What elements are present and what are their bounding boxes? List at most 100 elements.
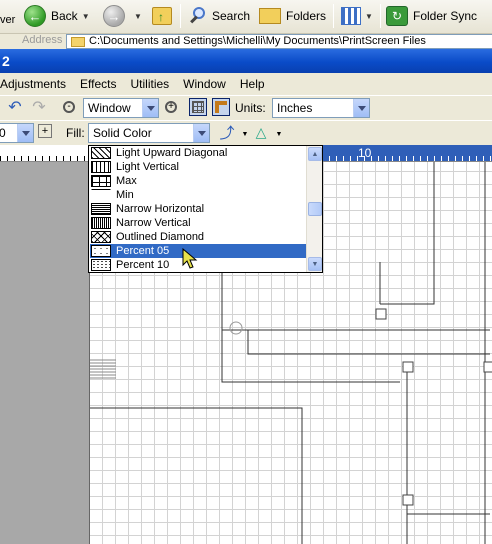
flask-dropdown-icon[interactable]: ▼ xyxy=(270,125,288,143)
list-item[interactable]: Narrow Horizontal xyxy=(90,202,306,216)
percent-05-pattern-icon xyxy=(91,245,111,257)
chevron-down-icon[interactable] xyxy=(142,99,158,117)
handle[interactable] xyxy=(402,361,414,373)
zoom-value: Window xyxy=(88,101,131,115)
units-label: Units: xyxy=(235,101,266,115)
zoom-toolbar: ↶ ↷ - Window + Units: Inches xyxy=(0,95,492,120)
list-item-label: Percent 10 xyxy=(116,259,170,271)
search-label: Search xyxy=(212,9,251,23)
menu-help[interactable]: Help xyxy=(240,77,265,91)
list-item-label: Narrow Vertical xyxy=(116,217,191,229)
narrow-vertical-pattern-icon xyxy=(91,217,111,229)
list-item[interactable]: Max xyxy=(90,174,306,188)
percent-10-pattern-icon xyxy=(91,259,111,271)
list-item[interactable]: Percent 10 xyxy=(90,258,306,272)
undo-icon[interactable]: ↶ xyxy=(6,98,24,116)
search-button[interactable]: Search xyxy=(188,3,250,29)
folder-sync-button[interactable]: ↻ Folder Sync xyxy=(386,3,477,29)
list-item-selected[interactable]: Percent 05 xyxy=(90,244,306,258)
views-dropdown-icon[interactable]: ▼ xyxy=(365,12,373,21)
menu-bar: Adjustments Effects Utilities Window Hel… xyxy=(0,73,492,95)
menu-window[interactable]: Window xyxy=(183,77,226,91)
menu-effects[interactable]: Effects xyxy=(80,77,116,91)
narrow-horizontal-pattern-icon xyxy=(91,203,111,215)
up-folder-button[interactable]: ↑ xyxy=(152,3,172,29)
list-item-label: Percent 05 xyxy=(116,245,170,257)
line-style-icon[interactable]: ⤴ xyxy=(218,123,236,142)
list-item[interactable]: Light Upward Diagonal xyxy=(90,146,306,160)
fill-toolbar: 0 + Fill: Solid Color ⤴ ▼ △ ▼ xyxy=(0,120,492,145)
clipped-window-label: ver xyxy=(0,14,16,26)
chevron-down-icon[interactable] xyxy=(17,124,33,142)
address-input[interactable]: C:\Documents and Settings\Michelli\My Do… xyxy=(66,34,492,49)
scroll-down-icon[interactable]: ▼ xyxy=(308,257,322,271)
list-item[interactable]: Min xyxy=(90,188,306,202)
list-item-label: Outlined Diamond xyxy=(116,231,205,243)
back-button[interactable]: ← Back ▼ xyxy=(24,3,90,29)
max-pattern-icon xyxy=(91,175,111,187)
fill-select[interactable]: Solid Color xyxy=(88,123,210,143)
views-button[interactable]: ▼ xyxy=(341,3,373,29)
back-dropdown-icon[interactable]: ▼ xyxy=(82,12,90,21)
list-item[interactable]: Outlined Diamond xyxy=(90,230,306,244)
list-item-label: Light Upward Diagonal xyxy=(116,147,228,159)
outlined-diamond-pattern-icon xyxy=(91,231,111,243)
light-vertical-pattern-icon xyxy=(91,161,111,173)
toolbar-separator xyxy=(180,4,181,28)
light-upward-diagonal-pattern-icon xyxy=(91,147,111,159)
ruler-ticks xyxy=(0,145,90,161)
list-item-label: Light Vertical xyxy=(116,161,179,173)
forward-dropdown-icon[interactable]: ▼ xyxy=(134,12,142,21)
app-title: 2 xyxy=(2,53,10,69)
address-value: C:\Documents and Settings\Michelli\My Do… xyxy=(89,35,426,47)
fill-pattern-list[interactable]: Light Upward Diagonal Light Vertical Max… xyxy=(88,145,323,273)
back-arrow-icon: ← xyxy=(24,5,46,27)
scroll-thumb[interactable] xyxy=(308,202,322,216)
folder-icon xyxy=(71,37,85,47)
scroll-up-icon[interactable]: ▲ xyxy=(308,147,322,161)
search-icon xyxy=(188,6,208,26)
forward-button[interactable]: → ▼ xyxy=(103,3,142,29)
redo-icon[interactable]: ↷ xyxy=(30,98,48,116)
handle[interactable] xyxy=(375,308,387,320)
list-item-label: Max xyxy=(116,175,137,187)
workspace-margin xyxy=(0,162,90,544)
app-title-bar[interactable]: 2 xyxy=(0,49,492,73)
handle[interactable] xyxy=(402,494,414,506)
zoom-out-icon[interactable]: - xyxy=(60,98,78,116)
address-label: Address xyxy=(22,34,63,46)
chevron-down-icon[interactable] xyxy=(353,99,369,117)
add-icon[interactable]: + xyxy=(38,124,52,138)
menu-utilities[interactable]: Utilities xyxy=(131,77,170,91)
ruler-number: 10 xyxy=(358,146,372,160)
chevron-down-icon[interactable] xyxy=(193,124,209,142)
up-folder-icon: ↑ xyxy=(152,7,172,25)
toolbar-separator xyxy=(380,4,381,28)
fill-label: Fill: xyxy=(66,126,85,140)
list-scrollbar[interactable]: ▲ ▼ xyxy=(306,146,322,272)
grid-toggle-icon[interactable] xyxy=(189,98,207,116)
list-item-label: Narrow Horizontal xyxy=(116,203,205,215)
line-width-select[interactable]: 0 xyxy=(0,123,34,143)
line-width-value: 0 xyxy=(0,126,6,140)
ruler-toggle-icon[interactable] xyxy=(212,98,230,116)
menu-adjustments[interactable]: Adjustments xyxy=(0,77,66,91)
handle[interactable] xyxy=(483,361,492,373)
units-value: Inches xyxy=(277,101,313,115)
list-item[interactable]: Narrow Vertical xyxy=(90,216,306,230)
folders-icon xyxy=(259,8,281,24)
flask-icon[interactable]: △ xyxy=(252,123,270,141)
fill-value: Solid Color xyxy=(93,126,152,140)
explorer-toolbar: ver ← Back ▼ → ▼ ↑ Search Folders ▼ ↻ Fo… xyxy=(0,0,492,34)
min-pattern-icon xyxy=(91,189,111,201)
ruler-ticks xyxy=(322,145,492,161)
mouse-pointer-icon xyxy=(182,248,198,269)
zoom-select[interactable]: Window xyxy=(83,98,159,118)
folders-button[interactable]: Folders xyxy=(259,3,326,29)
folder-sync-label: Folder Sync xyxy=(413,9,478,23)
rotate-handle-icon[interactable] xyxy=(229,321,243,335)
units-select[interactable]: Inches xyxy=(272,98,370,118)
forward-arrow-icon: → xyxy=(103,5,125,27)
list-item[interactable]: Light Vertical xyxy=(90,160,306,174)
zoom-in-icon[interactable]: + xyxy=(162,98,180,116)
